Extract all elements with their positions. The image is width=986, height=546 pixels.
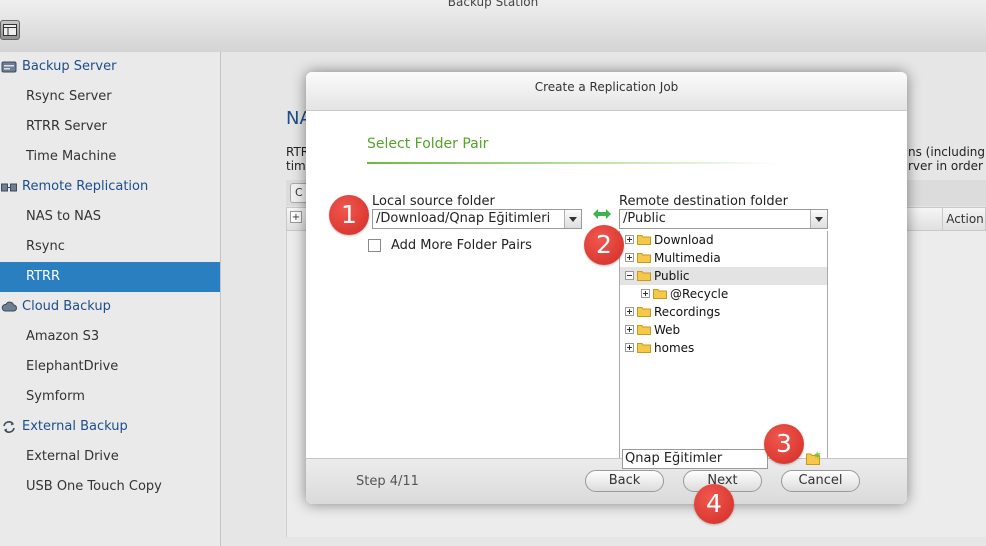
tree-item-public[interactable]: Public <box>620 267 827 285</box>
expand-icon[interactable] <box>625 307 634 316</box>
expand-icon[interactable] <box>625 253 634 262</box>
description-text: ns (including <box>908 145 986 159</box>
sidebar-item-amazon-s3[interactable]: Amazon S3 <box>0 322 220 352</box>
tree-item-label: Download <box>654 233 714 247</box>
tree-item-web[interactable]: Web <box>620 321 827 339</box>
dialog-title: Create a Replication Job <box>306 72 907 111</box>
folder-icon <box>637 253 651 263</box>
folder-icon <box>637 307 651 317</box>
column-header-action: Action <box>942 207 986 231</box>
description-text: tim <box>286 159 306 173</box>
tree-item-label: Multimedia <box>654 251 721 265</box>
tree-item-multimedia[interactable]: Multimedia <box>620 249 827 267</box>
sidebar-item-symform[interactable]: Symform <box>0 382 220 412</box>
button-label: C <box>295 186 303 199</box>
tree-item-label: Recordings <box>654 305 721 319</box>
new-folder-icon[interactable] <box>806 451 822 465</box>
tree-item-recycle[interactable]: @Recycle <box>620 285 827 303</box>
sidebar-item-label: Remote Replication <box>22 179 149 194</box>
chevron-down-icon[interactable] <box>564 210 581 228</box>
description-text: rver in order <box>908 159 983 173</box>
tree-item-download[interactable]: Download <box>620 231 827 249</box>
sidebar-item-rsync-server[interactable]: Rsync Server <box>0 82 220 112</box>
section-title: Select Folder Pair <box>367 136 489 152</box>
window-title: Backup Station <box>447 0 539 9</box>
sidebar-item-nas-to-nas[interactable]: NAS to NAS <box>0 202 220 232</box>
step-badge-4: 4 <box>694 484 734 524</box>
local-source-select[interactable]: /Download/Qnap Eğitimleri <box>372 209 582 229</box>
sync-icon <box>3 421 15 433</box>
replication-job-dialog: Create a Replication Job Select Folder P… <box>306 72 907 504</box>
new-folder-name-input[interactable]: Qnap Eğitimler <box>622 449 768 469</box>
local-source-label: Local source folder <box>372 194 495 209</box>
step-badge-2: 2 <box>584 225 624 265</box>
expand-icon[interactable] <box>625 343 634 352</box>
folder-open-icon <box>637 271 651 281</box>
sidebar-category-cloud-backup[interactable]: Cloud Backup <box>0 292 220 322</box>
expand-all-icon[interactable]: + <box>290 211 302 223</box>
tree-item-label: homes <box>654 341 695 355</box>
add-more-folder-pairs-label: Add More Folder Pairs <box>391 238 532 253</box>
layout-icon <box>3 24 17 36</box>
replication-icon <box>1 183 17 192</box>
menu-toggle-button[interactable] <box>0 20 20 40</box>
server-icon <box>1 61 17 73</box>
expand-icon[interactable] <box>625 235 634 244</box>
add-more-folder-pairs-checkbox[interactable] <box>368 239 381 252</box>
sidebar-item-time-machine[interactable]: Time Machine <box>0 142 220 172</box>
expand-icon[interactable] <box>625 325 634 334</box>
folder-icon <box>637 235 651 245</box>
sidebar: Backup Server Rsync Server RTRR Server T… <box>0 52 221 546</box>
folder-icon <box>637 325 651 335</box>
sidebar-item-usb-one-touch-copy[interactable]: USB One Touch Copy <box>0 472 220 502</box>
step-badge-3: 3 <box>764 424 804 464</box>
sidebar-item-rtrr[interactable]: RTRR <box>0 262 220 292</box>
sidebar-item-external-drive[interactable]: External Drive <box>0 442 220 472</box>
sidebar-item-label: Cloud Backup <box>22 299 111 314</box>
sidebar-category-external-backup[interactable]: External Backup <box>0 412 220 442</box>
window-titlebar: Backup Station <box>0 0 986 53</box>
local-source-value: /Download/Qnap Eğitimleri <box>376 211 551 226</box>
chevron-down-icon[interactable] <box>810 210 827 228</box>
sidebar-item-rtrr-server[interactable]: RTRR Server <box>0 112 220 142</box>
tree-item-label: @Recycle <box>670 287 729 301</box>
tree-item-label: Web <box>654 323 681 337</box>
step-indicator: Step 4/11 <box>356 474 419 489</box>
folder-icon <box>653 289 667 299</box>
sidebar-category-remote-replication[interactable]: Remote Replication <box>0 172 220 202</box>
remote-destination-value: /Public <box>623 211 666 226</box>
tree-item-label: Public <box>654 269 690 283</box>
remote-destination-select[interactable]: /Public <box>619 209 828 229</box>
cancel-button[interactable]: Cancel <box>781 470 860 492</box>
sidebar-item-label: External Backup <box>22 419 128 434</box>
step-badge-1: 1 <box>329 195 369 235</box>
tree-item-recordings[interactable]: Recordings <box>620 303 827 321</box>
folder-icon <box>637 343 651 353</box>
sidebar-category-backup-server[interactable]: Backup Server <box>0 52 220 82</box>
sidebar-item-elephantdrive[interactable]: ElephantDrive <box>0 352 220 382</box>
section-divider <box>367 162 777 164</box>
back-button[interactable]: Back <box>585 470 664 492</box>
cloud-icon <box>1 301 17 312</box>
tree-item-homes[interactable]: homes <box>620 339 827 357</box>
expand-icon[interactable] <box>641 289 650 298</box>
collapse-icon[interactable] <box>625 271 634 280</box>
remote-destination-label: Remote destination folder <box>619 194 788 209</box>
swap-arrows-icon <box>593 209 611 219</box>
sidebar-item-label: Backup Server <box>22 59 117 74</box>
sidebar-item-rsync[interactable]: Rsync <box>0 232 220 262</box>
